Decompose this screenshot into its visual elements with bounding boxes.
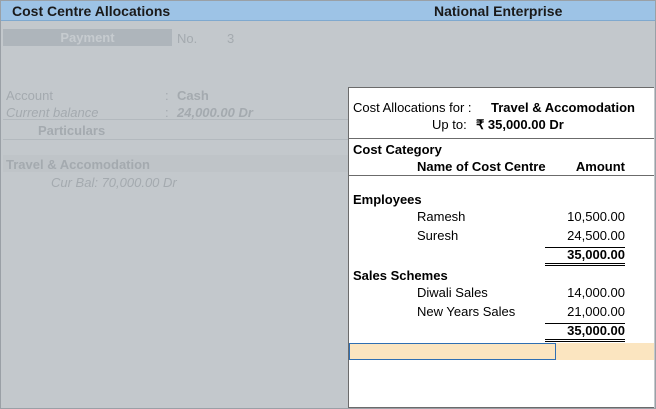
cost-centre-name[interactable]: New Years Sales bbox=[417, 304, 515, 319]
particulars-bottom-divider bbox=[3, 139, 348, 140]
cost-centre-name-header: Name of Cost Centre bbox=[417, 159, 546, 174]
cost-centre-name[interactable]: Diwali Sales bbox=[417, 285, 488, 300]
upto-label: Up to: bbox=[432, 117, 467, 132]
cost-centre-amount[interactable]: 24,500.00 bbox=[539, 228, 625, 243]
screen-title: Cost Centre Allocations bbox=[12, 3, 171, 19]
account-separator: : bbox=[165, 88, 169, 103]
allocation-for-label: Cost Allocations for : bbox=[353, 100, 472, 115]
cost-allocation-panel: Cost Allocations for : Travel & Accomoda… bbox=[348, 87, 654, 408]
title-bar: Cost Centre Allocations National Enterpr… bbox=[1, 1, 655, 21]
account-value: Cash bbox=[177, 88, 209, 103]
voucher-type-label: Payment bbox=[3, 29, 172, 46]
voucher-no-value: 3 bbox=[227, 31, 235, 46]
current-balance-label: Current balance bbox=[6, 105, 99, 120]
allocation-ledger-name: Travel & Accomodation bbox=[491, 100, 635, 115]
cost-centre-name[interactable]: Suresh bbox=[417, 228, 458, 243]
current-balance-value: 24,000.00 Dr bbox=[177, 105, 253, 120]
allocation-header: Cost Allocations for : Travel & Accomoda… bbox=[349, 88, 654, 139]
voucher-no-label: No. bbox=[177, 31, 198, 46]
particulars-top-divider bbox=[3, 119, 348, 120]
cost-category-input[interactable] bbox=[349, 343, 556, 360]
cost-centre-name[interactable]: Ramesh bbox=[417, 209, 465, 224]
account-label: Account bbox=[6, 88, 53, 103]
amount-header: Amount bbox=[575, 159, 625, 174]
upto-value: ₹ 35,000.00 Dr bbox=[476, 117, 564, 132]
ledger-entry-name: Travel & Accomodation bbox=[6, 157, 150, 172]
particulars-header: Particulars bbox=[38, 123, 106, 138]
cost-category-name[interactable]: Employees bbox=[353, 192, 422, 207]
cost-centre-amount[interactable]: 10,500.00 bbox=[539, 209, 625, 224]
cost-centre-allocation-screen: Cost Centre Allocations National Enterpr… bbox=[0, 0, 656, 409]
company-name: National Enterprise bbox=[434, 3, 563, 19]
header-divider bbox=[349, 175, 654, 176]
cost-centre-amount[interactable]: 21,000.00 bbox=[539, 304, 625, 319]
cost-category-name[interactable]: Sales Schemes bbox=[353, 268, 448, 283]
category-total: 35,000.00 bbox=[567, 323, 625, 338]
cost-centre-amount[interactable]: 14,000.00 bbox=[539, 285, 625, 300]
current-balance-separator: : bbox=[165, 105, 169, 120]
cost-category-header: Cost Category bbox=[353, 142, 442, 157]
category-total: 35,000.00 bbox=[567, 247, 625, 262]
ledger-entry-cur-bal: Cur Bal: 70,000.00 Dr bbox=[51, 175, 177, 190]
